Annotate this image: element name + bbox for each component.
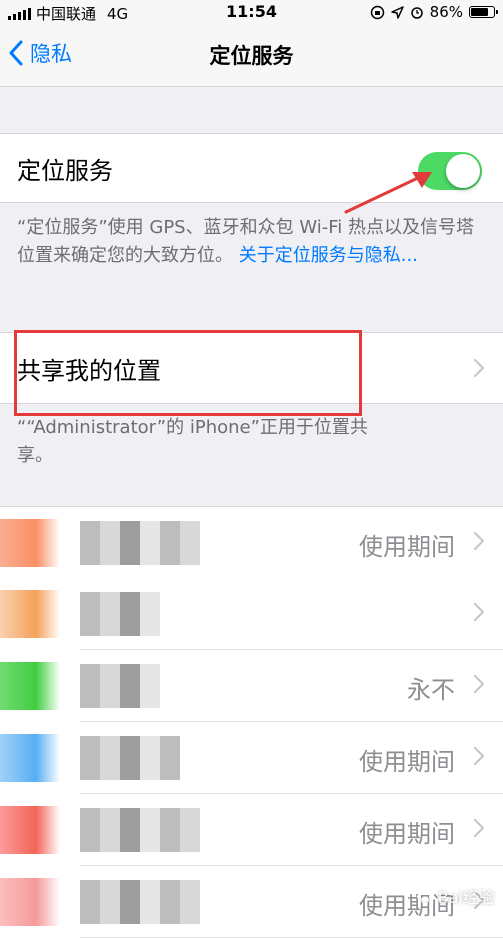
watermark: Bai经验: [416, 884, 495, 908]
status-right: 86%: [370, 3, 498, 21]
app-icon: [0, 590, 60, 638]
battery-percent: 86%: [429, 3, 463, 21]
page-title: 定位服务: [209, 44, 294, 68]
app-row[interactable]: [0, 578, 503, 650]
status-bar: 中国联通 4G 11:54 86%: [0, 0, 503, 24]
share-location-footer: ““Administrator”的 iPhone”正用于位置共享。: [17, 417, 368, 466]
app-status: 使用期间: [359, 820, 455, 848]
annotation-highlight-box: [14, 330, 362, 416]
app-icon: [0, 878, 60, 926]
app-row[interactable]: 永不: [0, 650, 503, 722]
app-name-redacted: [80, 808, 200, 852]
app-row[interactable]: 使用期间: [0, 794, 503, 866]
app-name-redacted: [80, 592, 160, 636]
nav-bar: 隐私 定位服务: [0, 24, 503, 87]
app-name-redacted: [80, 664, 160, 708]
app-status: 使用期间: [359, 533, 455, 561]
app-row[interactable]: 使用期间: [0, 722, 503, 794]
toggle-knob: [446, 154, 480, 188]
chevron-right-icon: [473, 674, 485, 694]
app-name-redacted: [80, 736, 180, 780]
chevron-right-icon: [473, 531, 485, 551]
paw-logo-icon: [416, 889, 433, 904]
rotation-lock-icon: [370, 5, 384, 19]
chevron-right-icon: [473, 602, 485, 622]
watermark-text: Bai经验: [437, 888, 495, 907]
location-services-description: “定位服务”使用 GPS、蓝牙和众包 Wi-Fi 热点以及信号塔位置来确定您的大…: [17, 214, 487, 270]
app-icon: [0, 806, 60, 854]
app-name-redacted: [80, 521, 200, 565]
chevron-right-icon: [473, 358, 485, 378]
app-name-redacted: [80, 880, 200, 924]
location-arrow-icon: [390, 5, 404, 19]
location-services-label: 定位服务: [17, 156, 113, 185]
app-icon: [0, 734, 60, 782]
app-icon: [0, 519, 60, 567]
privacy-link[interactable]: 关于定位服务与隐私...: [239, 245, 418, 266]
app-status: 永不: [407, 676, 455, 704]
app-row[interactable]: 使用期间: [0, 506, 503, 579]
annotation-arrow: [344, 172, 432, 214]
app-icon: [0, 662, 60, 710]
chevron-right-icon: [473, 746, 485, 766]
alarm-icon: [410, 7, 423, 19]
battery-icon: [469, 6, 498, 18]
app-status: 使用期间: [359, 748, 455, 776]
chevron-right-icon: [473, 818, 485, 838]
